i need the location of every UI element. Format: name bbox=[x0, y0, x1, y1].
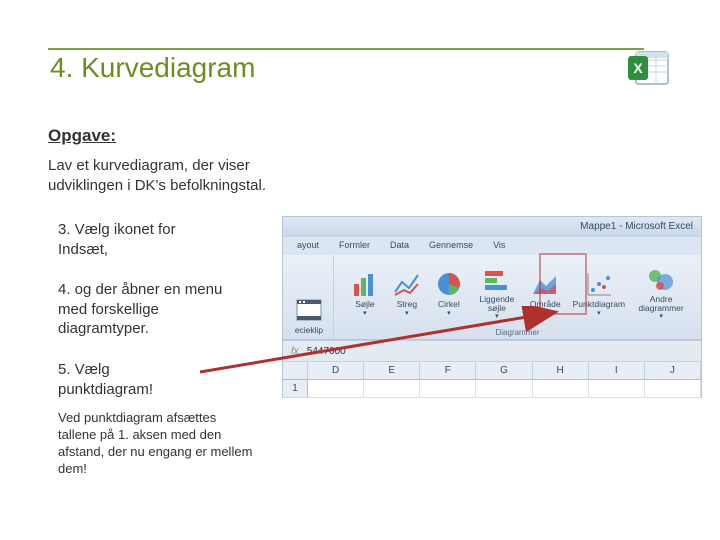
formula-value[interactable]: 5447000 bbox=[307, 346, 346, 357]
tab-data[interactable]: Data bbox=[380, 237, 419, 255]
chart-sojle-button[interactable]: Søjle▾ bbox=[346, 268, 384, 319]
excel-logo-icon: X bbox=[628, 50, 670, 86]
title-underline bbox=[48, 48, 644, 50]
ribbon-tabs: ayout Formler Data Gennemse Vis bbox=[283, 237, 701, 255]
chart-liggende-button[interactable]: Liggende søjle▾ bbox=[472, 264, 522, 322]
pie-chart-icon bbox=[434, 270, 464, 298]
task-text: Lav et kurvediagram, der viser udvikling… bbox=[48, 156, 318, 195]
col-j[interactable]: J bbox=[645, 362, 701, 380]
col-h[interactable]: H bbox=[533, 362, 589, 380]
step-3: 3. Vælg ikonet for Indsæt, bbox=[58, 220, 228, 259]
charts-group-label: Diagrammer bbox=[495, 328, 539, 337]
excel-screenshot: Mappe1 - Microsoft Excel ayout Formler D… bbox=[282, 216, 702, 398]
col-d[interactable]: D bbox=[308, 362, 364, 380]
column-headers: D E F G H I J bbox=[283, 362, 701, 380]
page-title: 4. Kurvediagram bbox=[50, 52, 255, 84]
tab-gennemse[interactable]: Gennemse bbox=[419, 237, 483, 255]
row-1: 1 bbox=[283, 380, 701, 398]
formula-bar: fx 5447000 bbox=[283, 340, 701, 362]
line-chart-icon bbox=[392, 270, 422, 298]
svg-text:X: X bbox=[633, 60, 643, 76]
tab-layout[interactable]: ayout bbox=[287, 237, 329, 255]
step-5: 5. Vælg punktdiagram! bbox=[58, 360, 198, 399]
clip-button[interactable]: ecieklip bbox=[290, 294, 328, 337]
movieclip-icon bbox=[294, 296, 324, 324]
chart-andre-button[interactable]: Andre diagrammer▾ bbox=[633, 264, 689, 322]
chart-punktdiagram-button[interactable]: Punktdiagram▾ bbox=[569, 268, 629, 319]
fx-icon[interactable]: fx bbox=[291, 346, 299, 357]
area-chart-icon bbox=[530, 270, 560, 298]
tab-formler[interactable]: Formler bbox=[329, 237, 380, 255]
tab-vis[interactable]: Vis bbox=[483, 237, 515, 255]
step-4: 4. og der åbner en menu med forskellige … bbox=[58, 280, 248, 339]
column-chart-icon bbox=[350, 270, 380, 298]
col-g[interactable]: G bbox=[476, 362, 532, 380]
row-header-1[interactable]: 1 bbox=[283, 380, 308, 398]
bar-chart-icon bbox=[482, 266, 512, 294]
ribbon: ecieklip Søjle▾ Streg▾ Cirkel▾ bbox=[283, 255, 701, 340]
other-charts-icon bbox=[646, 266, 676, 294]
chart-streg-button[interactable]: Streg▾ bbox=[388, 268, 426, 319]
footnote: Ved punktdiagram afsættes tallene på 1. … bbox=[58, 410, 258, 478]
chart-cirkel-button[interactable]: Cirkel▾ bbox=[430, 268, 468, 319]
task-label: Opgave: bbox=[48, 126, 116, 146]
charts-group: Søjle▾ Streg▾ Cirkel▾ Liggende søjle▾ Om… bbox=[334, 255, 701, 339]
clip-label: ecieklip bbox=[295, 325, 323, 335]
col-f[interactable]: F bbox=[420, 362, 476, 380]
clip-group: ecieklip bbox=[285, 255, 334, 339]
col-i[interactable]: I bbox=[589, 362, 645, 380]
scatter-chart-icon bbox=[584, 270, 614, 298]
col-e[interactable]: E bbox=[364, 362, 420, 380]
chart-omrade-button[interactable]: Område▾ bbox=[526, 268, 565, 319]
window-titlebar: Mappe1 - Microsoft Excel bbox=[283, 217, 701, 237]
